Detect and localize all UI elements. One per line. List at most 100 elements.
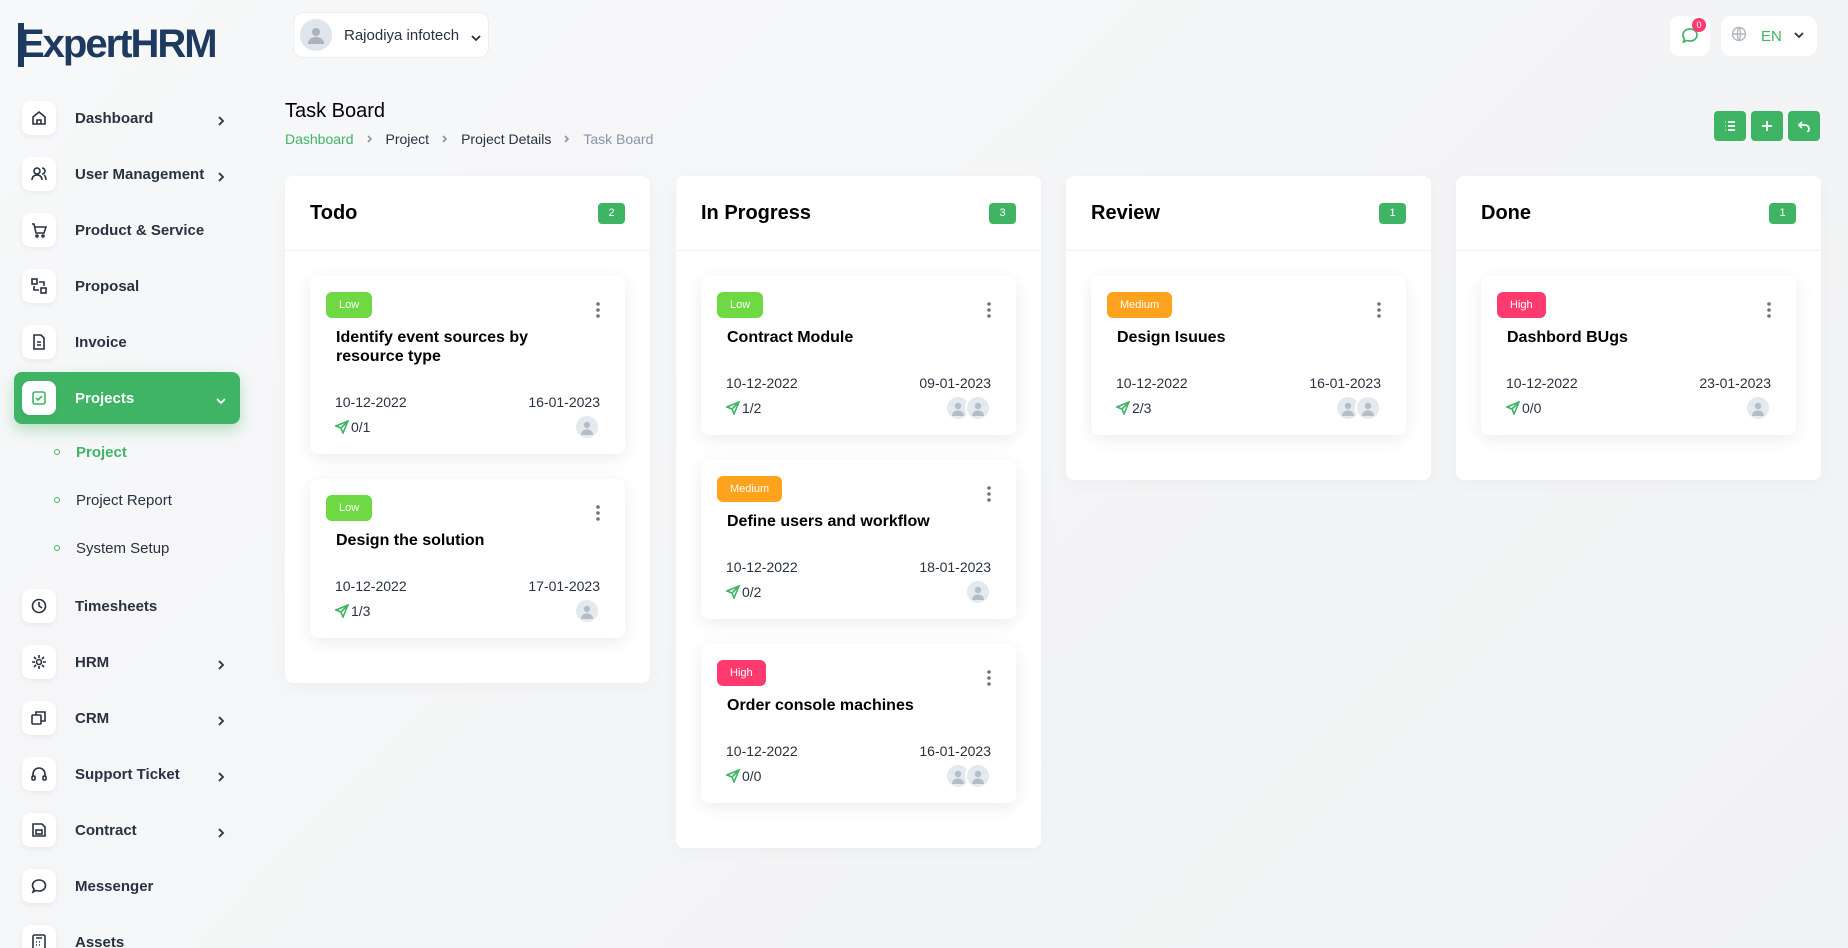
assignee-avatar[interactable]: [574, 598, 600, 624]
kebab-menu-icon[interactable]: [595, 503, 601, 523]
user-icon: [579, 603, 595, 619]
sidebar-item-messenger[interactable]: Messenger: [14, 860, 240, 912]
task-dates: 10-12-2022 16-01-2023: [326, 394, 609, 410]
task-title[interactable]: Contract Module: [727, 328, 1000, 347]
column-count-badge: 2: [598, 202, 625, 224]
sidebar-item-label: Dashboard: [75, 109, 154, 127]
sidebar-subitem-label: Project Report: [76, 491, 172, 509]
column-title: Done: [1481, 201, 1531, 224]
task-title[interactable]: Design Isuues: [1117, 328, 1390, 347]
user-icon: [950, 768, 966, 784]
headphones-icon: [22, 757, 56, 791]
home-icon: [22, 101, 56, 135]
sidebar-item-hrm[interactable]: HRM: [14, 636, 240, 688]
assignee-avatar[interactable]: [965, 395, 991, 421]
column-title: Todo: [310, 201, 358, 224]
task-title[interactable]: Design the solution: [336, 531, 609, 550]
bullet-icon: [54, 449, 60, 455]
sidebar-item-proposal[interactable]: Proposal: [14, 260, 240, 312]
clock-icon: [22, 589, 56, 623]
checklist-progress: 2/3: [1116, 400, 1151, 416]
breadcrumb-project-details[interactable]: Project Details: [461, 131, 551, 147]
sidebar-item-label: Invoice: [75, 333, 127, 351]
priority-badge: Medium: [717, 476, 783, 502]
column-body: Low Identify event sources by resource ty…: [285, 251, 650, 683]
column-count-badge: 1: [1379, 202, 1406, 224]
user-icon: [970, 768, 986, 784]
proposal-icon: [22, 269, 56, 303]
kebab-menu-icon[interactable]: [1766, 300, 1772, 320]
assignee-avatar[interactable]: [1355, 395, 1381, 421]
sidebar-item-dashboard[interactable]: Dashboard: [14, 92, 240, 144]
checklist-progress-text: 0/0: [1522, 400, 1542, 416]
kebab-menu-icon[interactable]: [595, 300, 601, 320]
task-footer: 1/3: [326, 598, 609, 624]
priority-badge: High: [1497, 292, 1546, 318]
assignees: [945, 763, 991, 789]
kebab-menu-icon[interactable]: [986, 668, 992, 688]
assignee-avatar[interactable]: [965, 579, 991, 605]
add-task-button[interactable]: [1751, 111, 1783, 141]
priority-badge: Low: [717, 292, 764, 318]
column-header: Review 1: [1066, 176, 1431, 251]
kebab-menu-icon[interactable]: [986, 484, 992, 504]
task-card[interactable]: High Order console machines 10-12-2022 16-0…: [701, 644, 1016, 803]
cart-icon: [22, 213, 56, 247]
sidebar-item-invoice[interactable]: Invoice: [14, 316, 240, 368]
sidebar-item-label: HRM: [75, 653, 110, 671]
sidebar-item-label: Projects: [75, 389, 135, 407]
task-title[interactable]: Define users and workflow: [727, 512, 1000, 531]
task-card[interactable]: Low Design the solution 10-12-2022 17-01-20…: [310, 479, 625, 638]
task-title[interactable]: Dashbord BUgs: [1507, 328, 1780, 347]
column-body: Medium Design Isuues 10-12-2022 16-01-2023 2…: [1066, 251, 1431, 480]
sidebar-item-timesheets[interactable]: Timesheets: [14, 580, 240, 632]
app-logo[interactable]: ExpertHRM: [18, 14, 238, 72]
sidebar-item-user-management[interactable]: User Management: [14, 148, 240, 200]
list-view-button[interactable]: [1714, 111, 1746, 141]
breadcrumb-project[interactable]: Project: [386, 131, 430, 147]
send-icon: [335, 604, 351, 618]
user-icon: [950, 400, 966, 416]
assignees: [1335, 395, 1381, 421]
messages-button[interactable]: 0: [1670, 16, 1710, 56]
task-card[interactable]: High Dashbord BUgs 10-12-2022 23-01-2023 0/0: [1481, 276, 1796, 435]
sidebar-item-projects[interactable]: Projects: [14, 372, 240, 424]
task-dates: 10-12-2022 17-01-2023: [326, 578, 609, 594]
task-start-date: 10-12-2022: [335, 394, 407, 410]
task-start-date: 10-12-2022: [726, 743, 798, 759]
sidebar-subitem-project[interactable]: Project: [40, 428, 240, 476]
task-end-date: 17-01-2023: [528, 578, 600, 594]
chevron-right-icon: [216, 713, 226, 726]
sidebar-item-crm[interactable]: CRM: [14, 692, 240, 744]
sidebar-item-support-ticket[interactable]: Support Ticket: [14, 748, 240, 800]
priority-badge: Low: [326, 495, 373, 521]
assignee-avatar[interactable]: [1745, 395, 1771, 421]
task-title[interactable]: Identify event sources by resource type: [336, 328, 609, 366]
sidebar-item-contract[interactable]: Contract: [14, 804, 240, 856]
sidebar-subitem-system-setup[interactable]: System Setup: [40, 524, 240, 572]
sidebar-item-label: User Management: [75, 165, 205, 183]
page-title: Task Board: [285, 100, 386, 122]
assignee-avatar[interactable]: [574, 414, 600, 440]
company-switcher[interactable]: Rajodiya infotech: [293, 12, 489, 58]
sidebar-item-product-service[interactable]: Product & Service: [14, 204, 240, 256]
sidebar-subitem-project-report[interactable]: Project Report: [40, 476, 240, 524]
assignees: [945, 395, 991, 421]
back-button[interactable]: [1788, 111, 1820, 141]
kebab-menu-icon[interactable]: [1376, 300, 1382, 320]
task-card[interactable]: Medium Design Isuues 10-12-2022 16-01-2023 2…: [1091, 276, 1406, 435]
sidebar: ExpertHRM Dashboard User Management Prod…: [0, 0, 255, 948]
task-card[interactable]: Low Identify event sources by resource ty…: [310, 276, 625, 454]
task-title[interactable]: Order console machines: [727, 696, 1000, 715]
breadcrumb-dashboard[interactable]: Dashboard: [285, 131, 354, 147]
task-card[interactable]: Low Contract Module 10-12-2022 09-01-2023 1/…: [701, 276, 1016, 435]
bullet-icon: [54, 545, 60, 551]
kebab-menu-icon[interactable]: [986, 300, 992, 320]
column-count-badge: 1: [1769, 202, 1796, 224]
task-card[interactable]: Medium Define users and workflow 10-12-202…: [701, 460, 1016, 619]
column-count-badge: 3: [989, 202, 1016, 224]
language-selector[interactable]: EN: [1721, 16, 1817, 56]
logo-image: ExpertHRM: [18, 22, 218, 67]
assignee-avatar[interactable]: [965, 763, 991, 789]
sidebar-item-assets[interactable]: Assets: [14, 916, 240, 948]
